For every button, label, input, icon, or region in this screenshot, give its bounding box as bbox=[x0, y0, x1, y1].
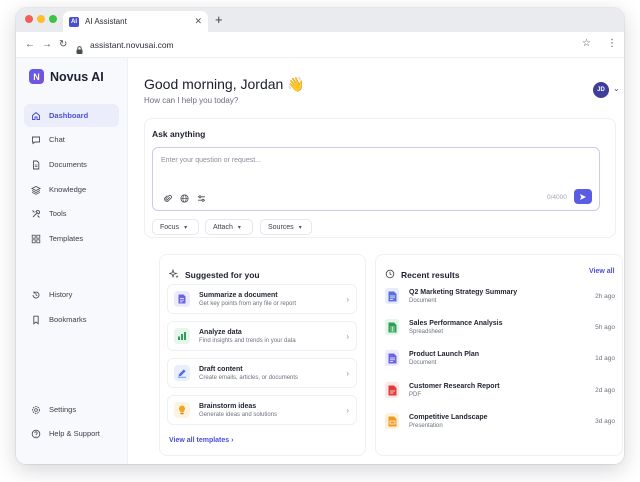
recent-item[interactable]: Sales Performance Analysis Spreadsheet 5… bbox=[385, 316, 615, 338]
recent-item[interactable]: Product Launch Plan Document 1d ago bbox=[385, 347, 615, 369]
recent-item[interactable]: Customer Research Report PDF 2d ago bbox=[385, 379, 615, 401]
chevron-down-icon: ▾ bbox=[237, 224, 241, 231]
sidebar-item-knowledge[interactable]: Knowledge bbox=[24, 178, 119, 201]
sidebar-item-tools[interactable]: Tools bbox=[24, 202, 119, 225]
lightbulb-icon bbox=[174, 402, 190, 418]
sidebar-item-bookmarks[interactable]: Bookmarks bbox=[24, 308, 119, 331]
gear-icon bbox=[31, 405, 41, 415]
ask-card: Ask anything Enter your question or requ… bbox=[144, 118, 616, 238]
send-icon bbox=[580, 193, 586, 200]
history-icon bbox=[31, 290, 41, 300]
sidebar-item-templates[interactable]: Templates bbox=[24, 227, 119, 250]
layers-icon bbox=[31, 185, 41, 195]
chevron-down-icon: ▾ bbox=[298, 224, 302, 231]
browser-toolbar: ← → ↻ assistant.novusai.com ☆ ⋮ bbox=[16, 32, 624, 58]
brand-logo-icon: N bbox=[29, 69, 44, 84]
forward-arrow-icon[interactable]: → bbox=[42, 39, 52, 51]
globe-icon[interactable] bbox=[179, 193, 189, 203]
attach-dropdown[interactable]: Attach ▾ bbox=[205, 219, 253, 235]
bookmark-star-icon[interactable]: ☆ bbox=[582, 38, 591, 49]
address-bar[interactable]: assistant.novusai.com bbox=[76, 36, 596, 54]
recent-item[interactable]: Competitive Landscape Presentation 3d ag… bbox=[385, 410, 615, 432]
recent-title: Recent results bbox=[401, 270, 460, 280]
chevron-right-icon: › bbox=[346, 368, 349, 378]
chevron-down-icon[interactable]: ⌄ bbox=[613, 84, 620, 93]
sources-dropdown[interactable]: Sources ▾ bbox=[260, 219, 312, 235]
brand[interactable]: N Novus AI bbox=[29, 69, 104, 84]
close-window-button[interactable] bbox=[25, 15, 33, 23]
page-subtitle: How can I help you today? bbox=[144, 96, 239, 105]
lock-icon bbox=[76, 41, 83, 54]
sidebar-item-settings[interactable]: Settings bbox=[24, 398, 119, 421]
chevron-right-icon: › bbox=[346, 294, 349, 304]
tools-icon bbox=[31, 209, 41, 219]
doc-icon bbox=[385, 350, 399, 366]
recent-results-card: Recent results View all Q2 Marketing Str… bbox=[375, 254, 623, 456]
pencil-icon bbox=[174, 365, 190, 381]
document-icon bbox=[174, 291, 190, 307]
recent-header: Recent results bbox=[385, 266, 460, 284]
recent-item[interactable]: Q2 Marketing Strategy Summary Document 2… bbox=[385, 285, 615, 307]
document-icon bbox=[31, 160, 41, 170]
chevron-down-icon: ▾ bbox=[184, 224, 188, 231]
browser-window: AI AI Assistant ✕ + ← → ↻ assistant.novu… bbox=[16, 8, 624, 464]
pdf-icon bbox=[385, 382, 399, 398]
avatar[interactable]: JD bbox=[593, 82, 609, 98]
new-tab-button[interactable]: + bbox=[215, 13, 223, 26]
suggestion-draft[interactable]: Draft content Create emails, articles, o… bbox=[167, 358, 357, 388]
suggestion-analyze[interactable]: Analyze data Find insights and trends in… bbox=[167, 321, 357, 351]
paperclip-icon[interactable] bbox=[163, 193, 173, 203]
sidebar-item-history[interactable]: History bbox=[24, 283, 119, 306]
suggested-card: Suggested for you Summarize a document G… bbox=[159, 254, 366, 456]
sidebar: N Novus AI Dashboard Chat Documents Know… bbox=[16, 58, 128, 464]
sidebar-item-dashboard[interactable]: Dashboard bbox=[24, 104, 119, 127]
char-count: 0/4000 bbox=[547, 194, 567, 201]
bookmark-icon bbox=[31, 315, 41, 325]
suggested-title: Suggested for you bbox=[185, 270, 260, 280]
chat-icon bbox=[31, 135, 41, 145]
help-icon bbox=[31, 429, 41, 439]
spreadsheet-icon bbox=[385, 319, 399, 335]
sliders-icon[interactable] bbox=[196, 193, 206, 203]
grid-icon bbox=[31, 234, 41, 244]
suggestion-brainstorm[interactable]: Brainstorm ideas Generate ideas and solu… bbox=[167, 395, 357, 425]
minimize-window-button[interactable] bbox=[37, 15, 45, 23]
tab-favicon-icon: AI bbox=[69, 16, 79, 27]
browser-menu-icon[interactable]: ⋮ bbox=[607, 38, 617, 49]
view-all-templates-link[interactable]: View all templates › bbox=[169, 437, 233, 444]
sidebar-item-help-support[interactable]: Help & Support bbox=[24, 422, 119, 445]
sidebar-item-documents[interactable]: Documents bbox=[24, 153, 119, 176]
main-content: Good morning, Jordan 👋 How can I help yo… bbox=[128, 58, 624, 464]
ask-input[interactable]: Enter your question or request... 0/4000 bbox=[152, 147, 600, 211]
maximize-window-button[interactable] bbox=[49, 15, 57, 23]
home-icon bbox=[31, 111, 41, 121]
view-all-recent-link[interactable]: View all bbox=[589, 268, 615, 275]
chevron-right-icon: › bbox=[346, 405, 349, 415]
chevron-right-icon: › bbox=[346, 331, 349, 341]
presentation-icon bbox=[385, 413, 399, 429]
clock-icon bbox=[385, 266, 395, 284]
reload-icon[interactable]: ↻ bbox=[59, 39, 67, 51]
suggested-header: Suggested for you bbox=[168, 266, 260, 284]
url-text: assistant.novusai.com bbox=[90, 40, 174, 50]
sparkle-icon bbox=[168, 266, 179, 284]
ask-title: Ask anything bbox=[152, 129, 206, 139]
browser-tab[interactable]: AI AI Assistant ✕ bbox=[63, 11, 208, 32]
page-title: Good morning, Jordan 👋 bbox=[144, 76, 305, 92]
tab-strip: AI AI Assistant ✕ + bbox=[16, 8, 624, 32]
bar-chart-icon bbox=[174, 328, 190, 344]
suggestion-summarize[interactable]: Summarize a document Get key points from… bbox=[167, 284, 357, 314]
tab-close-icon[interactable]: ✕ bbox=[194, 16, 202, 27]
back-arrow-icon[interactable]: ← bbox=[25, 39, 35, 51]
sidebar-item-chat[interactable]: Chat bbox=[24, 128, 119, 151]
ask-placeholder: Enter your question or request... bbox=[161, 157, 261, 164]
tab-title: AI Assistant bbox=[85, 17, 127, 26]
send-button[interactable] bbox=[574, 189, 592, 204]
brand-name: Novus AI bbox=[50, 69, 104, 84]
focus-dropdown[interactable]: Focus ▾ bbox=[152, 219, 199, 235]
doc-icon bbox=[385, 288, 399, 304]
